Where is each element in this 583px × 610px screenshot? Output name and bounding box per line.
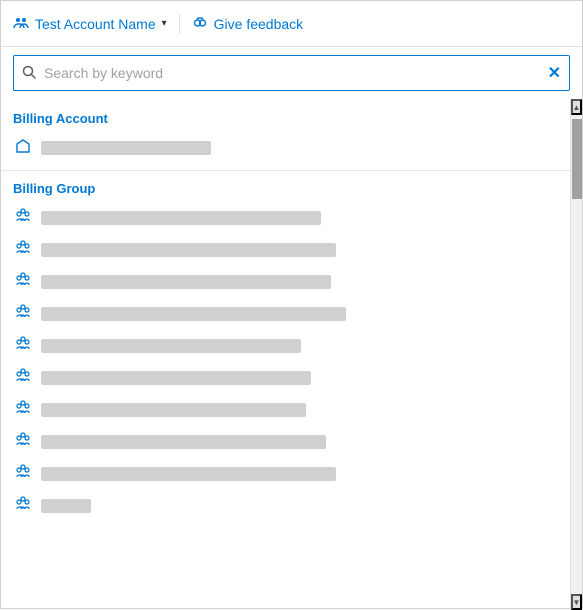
header: Test Account Name ▾ Give feedback [1, 1, 582, 47]
list-item[interactable] [1, 426, 570, 458]
billing-group-icon [13, 432, 33, 452]
list-item[interactable] [1, 202, 570, 234]
billing-account-icon [13, 138, 33, 158]
list-item[interactable] [1, 266, 570, 298]
account-name: Test Account Name [35, 16, 156, 32]
billing-group-icon [13, 368, 33, 388]
account-icon [13, 15, 29, 33]
list-item-bar [41, 467, 336, 481]
list-item-bar [41, 499, 91, 513]
list-item[interactable] [1, 298, 570, 330]
billing-group-icon [13, 272, 33, 292]
billing-account-header: Billing Account [1, 107, 570, 132]
billing-group-icon [13, 304, 33, 324]
list-item-bar [41, 243, 336, 257]
list-item-bar [41, 403, 306, 417]
billing-group-icon [13, 208, 33, 228]
feedback-icon [192, 15, 208, 33]
billing-group-header: Billing Group [1, 177, 570, 202]
content-area: Billing Account Billing Group [1, 99, 582, 610]
feedback-section[interactable]: Give feedback [192, 15, 304, 33]
billing-account-bar [41, 141, 211, 155]
list-area: Billing Account Billing Group [1, 99, 570, 610]
billing-group-icon [13, 496, 33, 516]
list-item-bar [41, 275, 331, 289]
scrollbar-up-button[interactable]: ▲ [571, 99, 582, 115]
list-item[interactable] [1, 132, 570, 164]
search-icon [14, 65, 44, 82]
scrollbar-track: ▲ ▼ [570, 99, 582, 610]
list-item-bar [41, 307, 346, 321]
search-input[interactable] [44, 65, 540, 81]
feedback-label: Give feedback [214, 16, 304, 32]
billing-group-icon [13, 400, 33, 420]
list-item-bar [41, 339, 301, 353]
list-item[interactable] [1, 362, 570, 394]
scrollbar-thumb[interactable] [572, 119, 582, 199]
chevron-down-icon: ▾ [162, 18, 167, 29]
list-item-bar [41, 371, 311, 385]
list-item[interactable] [1, 394, 570, 426]
list-item[interactable] [1, 330, 570, 362]
list-item[interactable] [1, 490, 570, 522]
header-divider [179, 14, 180, 34]
billing-group-icon [13, 464, 33, 484]
list-item-bar [41, 435, 326, 449]
search-bar: ✕ [13, 55, 570, 91]
billing-group-icon [13, 336, 33, 356]
list-item-bar [41, 211, 321, 225]
section-separator [1, 170, 570, 171]
list-item[interactable] [1, 234, 570, 266]
clear-search-button[interactable]: ✕ [540, 63, 569, 83]
scrollbar-down-button[interactable]: ▼ [571, 594, 582, 610]
account-section[interactable]: Test Account Name ▾ [13, 15, 167, 33]
list-item[interactable] [1, 458, 570, 490]
billing-group-icon [13, 240, 33, 260]
